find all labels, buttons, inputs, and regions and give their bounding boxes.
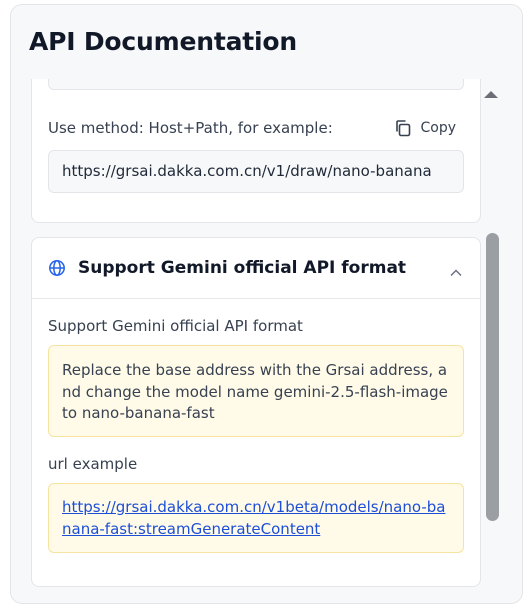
copy-button[interactable]: Copy <box>386 116 464 140</box>
scroll-up-arrow-icon[interactable] <box>483 84 499 103</box>
host-path-card: Use method: Host+Path, for example: Copy… <box>31 79 481 223</box>
globe-icon <box>48 259 66 281</box>
gemini-format-header[interactable]: Support Gemini official API format <box>32 238 480 299</box>
scrollbar-thumb[interactable] <box>486 233 499 521</box>
gemini-format-card: Support Gemini official API format Suppo… <box>31 237 481 587</box>
url-example-box: https://grsai.dakka.com.cn/v1beta/models… <box>48 483 464 553</box>
replace-instructions-note: Replace the base address with the Grsai … <box>48 345 464 437</box>
url-example-link[interactable]: https://grsai.dakka.com.cn/v1beta/models… <box>62 498 445 538</box>
page-title: API Documentation <box>29 27 297 56</box>
previous-code-box <box>48 79 464 90</box>
gemini-format-title: Support Gemini official API format <box>78 258 407 278</box>
method-label-row: Use method: Host+Path, for example: Copy <box>48 116 464 140</box>
copy-label: Copy <box>420 120 456 136</box>
method-label: Use method: Host+Path, for example: <box>48 119 333 137</box>
api-documentation-panel: API Documentation Use method: Host+Path,… <box>10 4 523 604</box>
url-example-label: url example <box>48 455 138 473</box>
copy-icon <box>394 119 412 137</box>
chevron-up-icon[interactable] <box>450 262 462 281</box>
gemini-format-label: Support Gemini official API format <box>48 317 303 335</box>
docs-scroll-area[interactable]: Use method: Host+Path, for example: Copy… <box>11 79 522 603</box>
example-url-box[interactable]: https://grsai.dakka.com.cn/v1/draw/nano-… <box>48 150 464 193</box>
